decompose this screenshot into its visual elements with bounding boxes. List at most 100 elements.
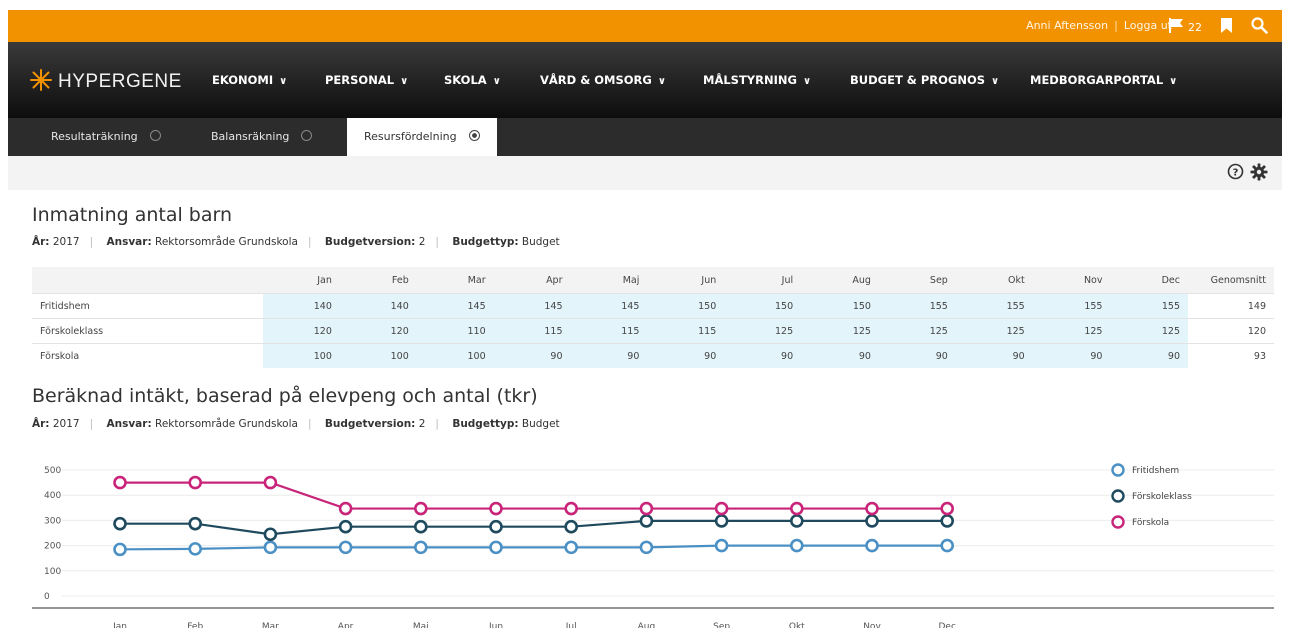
nav-ekonomi[interactable]: EKONOMI ∨ [212,73,287,87]
input-cell[interactable]: 100 [339,343,417,368]
data-point [413,501,428,516]
input-cell[interactable]: 90 [878,343,956,368]
chevron-down-icon: ∨ [492,76,501,87]
input-cell[interactable]: 115 [570,318,648,344]
input-cell[interactable]: 140 [263,293,340,319]
column-header[interactable]: Dec [1110,267,1188,294]
data-point [940,501,955,516]
input-cell[interactable]: 90 [647,343,725,368]
notifications-button[interactable]: 22 [1168,18,1202,36]
input-cell[interactable]: 120 [263,318,340,344]
input-cell[interactable]: 100 [263,343,340,368]
input-cell[interactable]: 90 [493,343,571,368]
table-header-empty [32,267,263,294]
settings-gear-icon[interactable] [1250,163,1268,185]
input-cell[interactable]: 125 [1032,318,1111,344]
row-label: Fritidshem [32,293,263,319]
input-cell[interactable]: 115 [493,318,571,344]
input-cell[interactable]: 90 [1032,343,1111,368]
user-name-link[interactable]: Anni Aftensson [1026,19,1108,32]
data-point [188,516,202,531]
input-cell[interactable]: 110 [416,318,494,344]
data-point [489,540,503,555]
meta-year: 2017 [52,418,80,430]
data-point [188,542,202,556]
meta-budgettyp: Budget [521,236,560,248]
input-cell[interactable]: 155 [878,293,956,319]
nav-personal[interactable]: PERSONAL ∨ [325,73,408,87]
input-cell[interactable]: 90 [724,343,802,368]
row-label: Förskola [32,343,263,368]
tab-close-icon[interactable] [468,130,480,141]
tab-resultatrakning[interactable]: Resultaträkning [51,118,161,156]
input-cell[interactable]: 125 [1110,318,1188,344]
brand-logo[interactable]: HYPERGENE [30,69,182,95]
input-cell[interactable]: 90 [1110,343,1188,368]
data-point [564,540,579,555]
meta-ansvar: Rektorsområde Grundskola [155,418,298,430]
column-header[interactable]: Jan [263,267,340,294]
nav-medborgarportal[interactable]: MEDBORGARPORTAL ∨ [1030,73,1177,87]
tab-label: Balansräkning [211,130,290,143]
y-tick-label: 100 [44,567,61,577]
column-header[interactable]: Jun [647,267,725,294]
chevron-down-icon: ∨ [1169,76,1178,87]
column-header[interactable]: Mar [416,267,494,294]
input-cell[interactable]: 90 [570,343,648,368]
tab-resursfordelning[interactable]: Resursfördelning [347,118,497,156]
help-icon[interactable]: ? [1227,163,1244,184]
revenue-line-chart: 500 400 300 200 100 0 Jan Feb Mar Apr Maj Jun Jul Aug… [32,463,1274,628]
x-tick-label: Okt [789,622,805,628]
average-cell: 149 [1188,293,1274,319]
tab-label: Resultaträkning [51,130,138,143]
logout-link[interactable]: Logga ut [1124,19,1172,32]
tab-close-icon[interactable] [301,130,313,141]
input-cell[interactable]: 145 [416,293,494,319]
input-cell[interactable]: 90 [955,343,1033,368]
tab-close-icon[interactable] [149,130,161,141]
input-cell[interactable]: 90 [801,343,879,368]
input-cell[interactable]: 125 [955,318,1033,344]
input-cell[interactable]: 150 [801,293,879,319]
data-point [789,538,804,553]
nav-malstyrning[interactable]: MÅLSTYRNING ∨ [703,73,811,87]
column-header[interactable]: Jul [724,267,802,294]
input-cell[interactable]: 115 [647,318,725,344]
nav-budget-prognos[interactable]: BUDGET & PROGNOS ∨ [850,73,999,87]
column-header[interactable]: Feb [339,267,417,294]
column-header[interactable]: Okt [955,267,1033,294]
input-cell[interactable]: 145 [570,293,648,319]
input-cell[interactable]: 140 [339,293,417,319]
input-cell[interactable]: 150 [724,293,802,319]
input-cell[interactable]: 150 [647,293,725,319]
meta-key: Budgettyp: [452,418,519,430]
column-header[interactable]: Nov [1032,267,1111,294]
data-point [263,475,278,490]
bookmark-icon[interactable] [1221,18,1232,37]
nav-skola[interactable]: SKOLA ∨ [444,73,501,87]
data-point [865,501,879,516]
column-header[interactable]: Genomsnitt [1188,267,1274,294]
meta-budgetversion: 2 [418,418,426,430]
column-header[interactable]: Sep [878,267,956,294]
input-cell[interactable]: 100 [416,343,494,368]
input-cell[interactable]: 145 [493,293,571,319]
input-cell[interactable]: 155 [1032,293,1111,319]
input-cell[interactable]: 155 [955,293,1033,319]
section-title-beraknad-intakt: Beräknad intäkt, baserad på elevpeng och… [32,385,538,407]
column-header[interactable]: Maj [570,267,648,294]
column-header[interactable]: Apr [493,267,571,294]
data-point [263,527,278,542]
input-cell[interactable]: 125 [724,318,802,344]
meta-key: Ansvar: [106,418,152,430]
input-cell[interactable]: 125 [878,318,956,344]
nav-vard-omsorg[interactable]: VÅRD & OMSORG ∨ [540,73,666,87]
search-icon[interactable] [1251,17,1268,38]
input-cell[interactable]: 155 [1110,293,1188,319]
input-cell[interactable]: 125 [801,318,879,344]
x-tick-label: Mar [262,622,279,628]
input-cell[interactable]: 120 [339,318,417,344]
column-header[interactable]: Aug [801,267,879,294]
tab-balansrakning[interactable]: Balansräkning [211,118,313,156]
data-point [789,514,804,528]
